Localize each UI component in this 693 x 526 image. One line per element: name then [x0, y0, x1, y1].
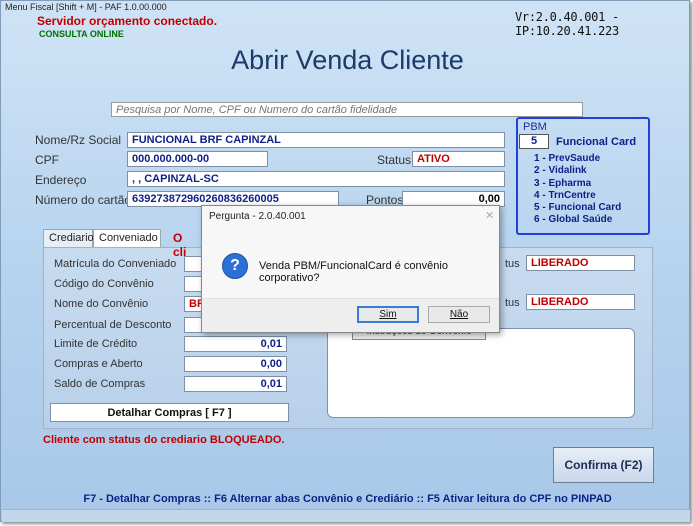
address-label: Endereço — [35, 173, 87, 187]
question-icon: ? — [222, 253, 248, 279]
nome-convenio-label: Nome do Convênio — [54, 298, 149, 310]
status-bar — [2, 509, 690, 522]
status-conveniado-field: LIBERADO — [526, 255, 635, 271]
pbm-number-input[interactable]: 5 — [519, 134, 549, 149]
pbm-option[interactable]: 3 - Epharma — [534, 178, 621, 190]
tab-crediario[interactable]: Crediario — [43, 229, 94, 247]
percentual-label: Percentual de Desconto — [54, 319, 172, 331]
pbm-option[interactable]: 6 - Global Saúde — [534, 214, 621, 226]
yes-button[interactable]: Sim — [357, 306, 419, 323]
confirm-button[interactable]: Confirma (F2) — [553, 447, 654, 483]
name-field[interactable]: FUNCIONAL BRF CAPINZAL — [127, 132, 505, 148]
yes-button-label: Sim — [379, 309, 397, 320]
page-title: Abrir Venda Cliente — [231, 45, 464, 75]
limite-credito-label: Limite de Crédito — [54, 338, 138, 350]
address-field[interactable]: , , CAPINZAL-SC — [127, 171, 505, 187]
pbm-option[interactable]: 2 - Vidalink — [534, 165, 621, 177]
consulta-online-status: CONSULTA ONLINE — [39, 29, 124, 39]
crediario-blocked-warning: Cliente com status do crediario BLOQUEAD… — [43, 434, 285, 446]
codigo-convenio-label: Código do Convênio — [54, 278, 154, 290]
main-window: Menu Fiscal [Shift + M] - PAF 1.0.00.000… — [0, 0, 690, 522]
cpf-label: CPF — [35, 153, 59, 167]
version-ip-text: Vr:2.0.40.001 - IP:10.20.41.223 — [515, 10, 619, 38]
pbm-option[interactable]: 4 - TrnCentre — [534, 190, 621, 202]
dialog-message: Venda PBM/FuncionalCard é convênio corpo… — [259, 260, 448, 284]
instrucoes-convenio-box — [327, 328, 635, 418]
name-label: Nome/Rz Social — [35, 133, 122, 147]
pbm-option[interactable]: 1 - PrevSaude — [534, 153, 621, 165]
status-convenio-field: LIBERADO — [526, 294, 635, 310]
cpf-field[interactable]: 000.000.000-00 — [127, 151, 268, 167]
tab-conveniado[interactable]: Conveniado — [93, 229, 161, 247]
no-button[interactable]: Não — [428, 306, 490, 323]
status-label: Status — [377, 153, 412, 167]
compras-aberto-field: 0,00 — [184, 356, 287, 372]
compras-aberto-label: Compras e Aberto — [54, 358, 143, 370]
pbm-selected-name: Funcional Card — [556, 136, 637, 148]
status-conveniado-label: tus — [505, 258, 520, 270]
close-icon[interactable]: ✕ — [485, 209, 494, 222]
pbm-options-list: 1 - PrevSaude 2 - Vidalink 3 - Epharma 4… — [534, 153, 621, 227]
status-field: ATIVO — [412, 151, 505, 167]
server-status-text: Servidor orçamento conectado. — [37, 14, 218, 28]
tab-warning-partial: O cli — [173, 231, 187, 259]
saldo-compras-label: Saldo de Compras — [54, 378, 146, 390]
pbm-label: PBM — [523, 121, 547, 133]
dialog-title: Pergunta - 2.0.40.001 — [209, 211, 306, 222]
matricula-label: Matrícula do Conveniado — [54, 258, 177, 270]
pbm-option[interactable]: 5 - Funcional Card — [534, 202, 621, 214]
menu-fiscal-title: Menu Fiscal [Shift + M] - PAF 1.0.00.000 — [5, 2, 167, 12]
question-dialog: Pergunta - 2.0.40.001 ✕ ? Venda PBM/Func… — [201, 205, 500, 333]
shortcut-hints: F7 - Detalhar Compras :: F6 Alternar aba… — [83, 493, 612, 505]
card-number-label: Número do cartão — [35, 193, 132, 207]
saldo-compras-field: 0,01 — [184, 376, 287, 392]
search-input[interactable] — [111, 102, 583, 117]
no-button-label: Não — [449, 309, 469, 320]
limite-credito-field: 0,01 — [184, 336, 287, 352]
status-convenio-label: tus — [505, 297, 520, 309]
detalhar-compras-button[interactable]: Detalhar Compras [ F7 ] — [50, 403, 289, 422]
